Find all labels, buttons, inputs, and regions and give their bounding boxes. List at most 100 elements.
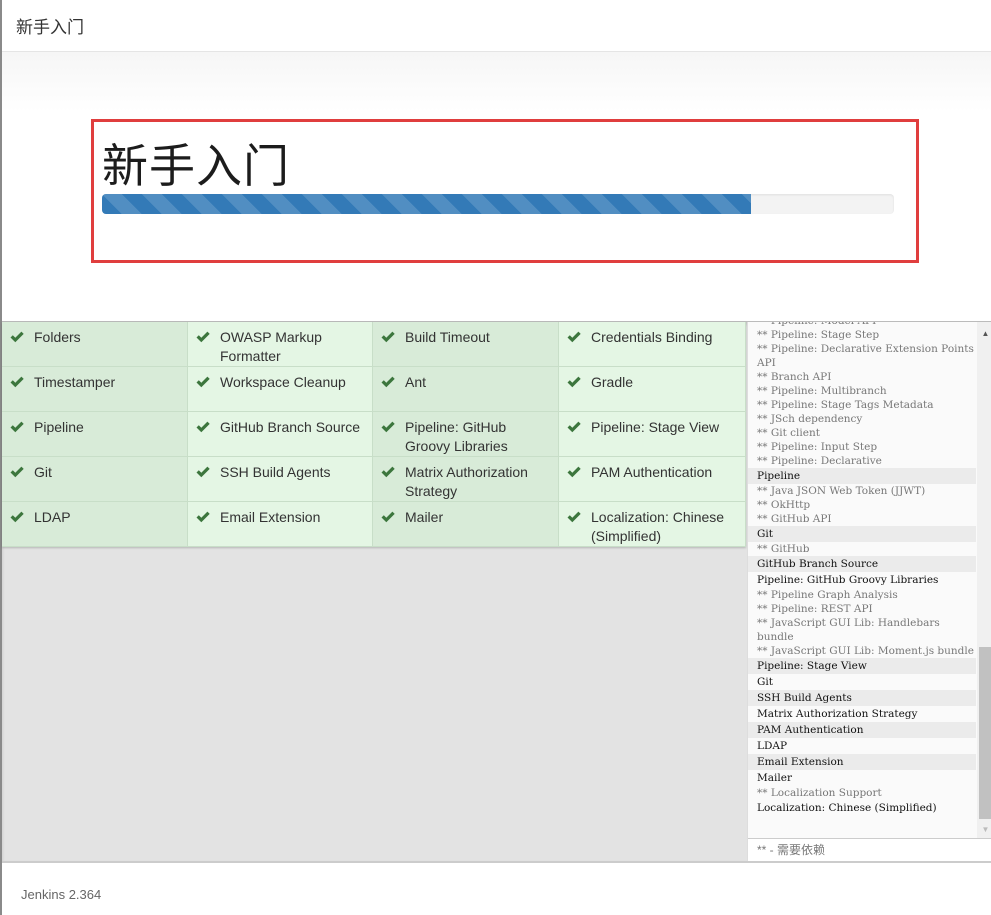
check-icon bbox=[10, 331, 24, 343]
log-dependency-line: ** Java JSON Web Token (JJWT) bbox=[757, 485, 926, 497]
log-plugin-line: Pipeline: GitHub Groovy Libraries bbox=[757, 574, 939, 586]
plugin-item: Mailer bbox=[373, 502, 559, 547]
log-plugin-line: Pipeline bbox=[748, 468, 976, 484]
log-dependency-line: ** GitHub API bbox=[757, 513, 832, 525]
jenkins-setup-wizard: 新手入门 新手入门 Folders OWASP Markup Formatter B… bbox=[0, 0, 991, 915]
plugin-name: Credentials Binding bbox=[591, 329, 713, 345]
check-icon bbox=[381, 511, 395, 523]
plugin-item: Localization: Chinese (Simplified) bbox=[559, 502, 746, 547]
log-plugin-line: Pipeline: Stage View bbox=[748, 658, 976, 674]
plugin-name: Workspace Cleanup bbox=[220, 374, 346, 390]
log-plugin-line: Email Extension bbox=[748, 754, 976, 770]
install-log-scrollbar[interactable]: ▲ ▼ bbox=[977, 322, 991, 838]
scroll-up-arrow-icon[interactable]: ▲ bbox=[977, 326, 991, 342]
log-dependency-line: ** Pipeline: Multibranch bbox=[757, 385, 887, 397]
install-progress-bar bbox=[102, 194, 894, 214]
install-progress-fill bbox=[102, 194, 752, 214]
log-plugin-line: PAM Authentication bbox=[748, 722, 976, 738]
plugin-item: Gradle bbox=[559, 367, 746, 412]
log-dependency-line: ** JavaScript GUI Lib: Handlebars bundle bbox=[757, 617, 940, 643]
plugin-item: Credentials Binding bbox=[559, 322, 746, 367]
check-icon bbox=[196, 421, 210, 433]
jenkins-version: Jenkins 2.364 bbox=[21, 887, 102, 902]
check-icon bbox=[381, 376, 395, 388]
check-icon bbox=[567, 331, 581, 343]
highlighted-progress-region: 新手入门 bbox=[91, 119, 919, 263]
log-dependency-line: ** Localization Support bbox=[757, 787, 882, 799]
plugin-name: Localization: Chinese (Simplified) bbox=[591, 509, 725, 544]
plugin-name: Pipeline bbox=[34, 419, 84, 435]
plugin-install-panel: Folders OWASP Markup Formatter Build Timeo… bbox=[2, 321, 991, 861]
page-footer: Jenkins 2.364 bbox=[2, 861, 991, 915]
log-plugin-line: Localization: Chinese (Simplified) bbox=[757, 802, 937, 814]
plugin-name: Mailer bbox=[405, 509, 444, 525]
log-dependency-line: ** Pipeline Graph Analysis bbox=[757, 589, 898, 601]
log-dependency-line: ** GitHub bbox=[757, 543, 810, 555]
log-plugin-line: GitHub Branch Source bbox=[748, 556, 976, 572]
log-dependency-line: ** JSch dependency bbox=[757, 413, 863, 425]
plugin-item: Workspace Cleanup bbox=[188, 367, 373, 412]
plugin-item: OWASP Markup Formatter bbox=[188, 322, 373, 367]
install-log-panel: ** Pipeline: Model API** Pipeline: Stage… bbox=[747, 322, 991, 861]
plugin-item: Matrix Authorization Strategy bbox=[373, 457, 559, 502]
install-log-list: ** Pipeline: Model API** Pipeline: Stage… bbox=[748, 322, 976, 816]
plugin-item: LDAP bbox=[2, 502, 188, 547]
check-icon bbox=[567, 421, 581, 433]
plugin-name: LDAP bbox=[34, 509, 71, 525]
plugin-item: Email Extension bbox=[188, 502, 373, 547]
plugin-name: Pipeline: Stage View bbox=[591, 419, 720, 435]
check-icon bbox=[567, 511, 581, 523]
log-plugin-line: SSH Build Agents bbox=[748, 690, 976, 706]
plugin-name: Email Extension bbox=[220, 509, 321, 525]
check-icon bbox=[10, 511, 24, 523]
check-icon bbox=[567, 376, 581, 388]
plugin-name: Git bbox=[34, 464, 52, 480]
header-title: 新手入门 bbox=[16, 18, 84, 37]
plugin-name: Build Timeout bbox=[405, 329, 490, 345]
log-dependency-line: ** Pipeline: Stage Tags Metadata bbox=[757, 399, 934, 411]
check-icon bbox=[567, 466, 581, 478]
plugin-name: Ant bbox=[405, 374, 427, 390]
scrollbar-thumb[interactable] bbox=[979, 647, 991, 819]
check-icon bbox=[381, 331, 395, 343]
wizard-header: 新手入门 bbox=[2, 0, 991, 52]
log-dependency-line: ** Pipeline: Declarative bbox=[757, 455, 882, 467]
log-dependency-line: ** Pipeline: Declarative Extension Point… bbox=[757, 343, 974, 369]
log-plugin-line: Mailer bbox=[757, 772, 792, 784]
dependency-legend: ** - 需要依赖 bbox=[748, 838, 991, 861]
plugin-grid: Folders OWASP Markup Formatter Build Timeo… bbox=[2, 322, 746, 547]
plugin-name: Folders bbox=[34, 329, 81, 345]
install-log-scroll-area[interactable]: ** Pipeline: Model API** Pipeline: Stage… bbox=[748, 322, 991, 838]
plugin-name: PAM Authentication bbox=[591, 464, 713, 480]
plugin-item: Folders bbox=[2, 322, 188, 367]
plugin-item: Timestamper bbox=[2, 367, 188, 412]
scroll-down-arrow-icon[interactable]: ▼ bbox=[977, 822, 991, 838]
log-plugin-line: Git bbox=[757, 676, 773, 688]
plugin-item: Ant bbox=[373, 367, 559, 412]
check-icon bbox=[196, 511, 210, 523]
check-icon bbox=[381, 466, 395, 478]
log-dependency-line: ** Branch API bbox=[757, 371, 832, 383]
log-plugin-line: LDAP bbox=[757, 740, 788, 752]
log-dependency-line: ** JavaScript GUI Lib: Moment.js bundle bbox=[757, 645, 974, 657]
plugin-name: Pipeline: GitHub Groovy Libraries bbox=[405, 419, 508, 454]
plugin-item: Pipeline bbox=[2, 412, 188, 457]
plugin-name: SSH Build Agents bbox=[220, 464, 331, 480]
log-dependency-line: ** Pipeline: Stage Step bbox=[757, 329, 880, 341]
plugin-name: Matrix Authorization Strategy bbox=[405, 464, 528, 499]
hero-section: 新手入门 bbox=[2, 52, 991, 321]
log-plugin-line: Matrix Authorization Strategy bbox=[757, 708, 918, 720]
plugin-name: OWASP Markup Formatter bbox=[220, 329, 322, 364]
plugin-item: Pipeline: Stage View bbox=[559, 412, 746, 457]
plugin-item: PAM Authentication bbox=[559, 457, 746, 502]
log-dependency-line: ** Pipeline: REST API bbox=[757, 603, 873, 615]
log-dependency-line: ** Pipeline: Input Step bbox=[757, 441, 878, 453]
plugin-name: GitHub Branch Source bbox=[220, 419, 361, 435]
check-icon bbox=[196, 376, 210, 388]
check-icon bbox=[10, 421, 24, 433]
log-plugin-line: Git bbox=[748, 526, 976, 542]
log-dependency-line: ** OkHttp bbox=[757, 499, 811, 511]
plugin-item: Build Timeout bbox=[373, 322, 559, 367]
plugin-name: Timestamper bbox=[34, 374, 116, 390]
plugin-item: GitHub Branch Source bbox=[188, 412, 373, 457]
